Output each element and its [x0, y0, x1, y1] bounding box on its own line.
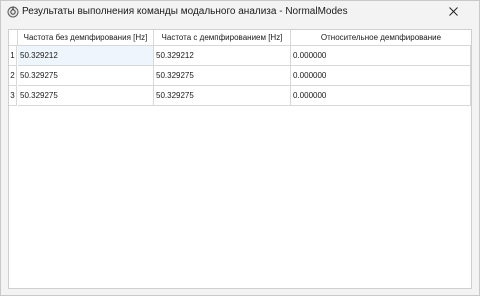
results-grid: Частота без демпфирования [Hz] Частота с… [8, 29, 472, 289]
table-cell[interactable]: 50.329275 [154, 66, 291, 86]
column-header-relative-damping[interactable]: Относительное демпфирование [291, 30, 471, 45]
table-cell[interactable]: 50.329212 [154, 46, 291, 66]
table-row: 2 50.329275 50.329275 0.000000 [9, 66, 471, 86]
table-cell[interactable]: 0.000000 [291, 66, 471, 86]
close-icon [449, 7, 458, 16]
table-row: 3 50.329275 50.329275 0.000000 [9, 86, 471, 106]
column-header-damped-frequency[interactable]: Частота с демпфированием [Hz] [154, 30, 291, 45]
row-header[interactable]: 1 [9, 46, 17, 66]
app-icon [7, 6, 19, 18]
close-button[interactable] [431, 1, 477, 23]
grid-header: Частота без демпфирования [Hz] Частота с… [9, 30, 471, 46]
row-header[interactable]: 2 [9, 66, 17, 86]
table-row: 1 50.329212 50.329212 0.000000 [9, 46, 471, 66]
row-header[interactable]: 3 [9, 86, 17, 106]
table-cell[interactable]: 50.329275 [18, 86, 154, 106]
table-cell[interactable]: 50.329275 [154, 86, 291, 106]
table-cell[interactable]: 0.000000 [291, 46, 471, 66]
table-cell[interactable]: 0.000000 [291, 86, 471, 106]
window-title: Результаты выполнения команды модального… [22, 6, 348, 17]
results-window: Результаты выполнения команды модального… [0, 0, 480, 296]
column-header-undamped-frequency[interactable]: Частота без демпфирования [Hz] [18, 30, 154, 45]
table-cell[interactable]: 50.329275 [18, 66, 154, 86]
corner-cell[interactable] [9, 30, 18, 45]
title-bar[interactable]: Результаты выполнения команды модального… [1, 1, 479, 25]
table-cell[interactable]: 50.329212 [18, 46, 154, 66]
